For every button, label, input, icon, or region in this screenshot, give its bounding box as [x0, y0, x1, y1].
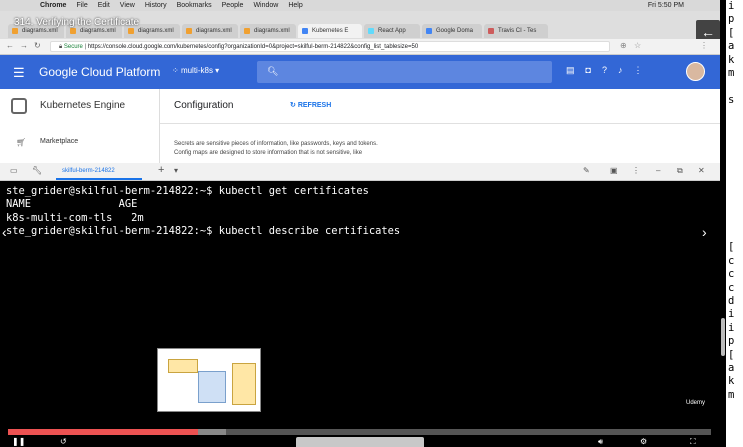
video-progress-played — [8, 429, 198, 435]
macos-dock — [296, 437, 424, 447]
terminal-icon[interactable]: ▭ — [10, 166, 18, 175]
gcp-sidebar: Kubernetes Engine 🛒︎ Marketplace — [0, 89, 160, 163]
page-title: Configuration — [174, 100, 234, 111]
thumbnail-diagram-box — [168, 359, 198, 373]
browser-toolbar: ← → ↻ 🔒︎ Secure | https://console.cloud.… — [0, 39, 720, 55]
close-icon[interactable]: ✕ — [698, 166, 705, 175]
chrome-menu-icon[interactable]: ⋮ — [700, 41, 708, 50]
kubernetes-engine-icon — [11, 98, 27, 114]
thumbnail-diagram-box — [232, 363, 256, 405]
seek-preview-thumbnail — [157, 348, 261, 412]
prev-lecture-chevron-icon[interactable]: ‹ — [2, 224, 16, 244]
terminal-line: NAME AGE — [6, 198, 138, 211]
cloud-shell-toolbar: ▭ 🔧︎ skilful-berm-214822 + ▾ ✎ ▣ ⋮ – ⧉ ✕ — [0, 163, 720, 181]
hamburger-menu-icon[interactable]: ☰ — [13, 65, 25, 81]
more-vert-icon[interactable]: ⋮ — [632, 166, 640, 175]
rewind-icon[interactable]: ↺ — [60, 437, 67, 446]
gcp-main-content: Configuration ↻ REFRESH Secrets are sens… — [160, 89, 720, 163]
gcp-brand[interactable]: Google Cloud Platform — [39, 65, 160, 79]
adjacent-window-text: i p [ a k m s [ c c c d i i p [ a k m — [728, 0, 735, 401]
chevron-down-icon: ▾ — [212, 66, 220, 75]
next-lecture-chevron-icon[interactable]: › — [702, 224, 716, 244]
edit-pencil-icon[interactable]: ✎ — [583, 166, 590, 175]
product-title: Kubernetes Engine — [40, 100, 126, 111]
cloud-shell-icon[interactable]: ◘ — [586, 65, 591, 76]
config-description: Secrets are sensitive pieces of informat… — [174, 141, 378, 156]
terminal-line: ste_grider@skilful-berm-214822:~$ kubect… — [6, 225, 401, 238]
gift-icon[interactable]: ▤ — [566, 65, 575, 76]
web-preview-icon[interactable]: ▣ — [610, 166, 618, 175]
video-title-overlay: 314. Verifying the Certificate — [0, 0, 720, 40]
more-vert-icon[interactable]: ⋮ — [633, 65, 642, 76]
refresh-icon: ↻ — [290, 102, 298, 109]
pause-icon[interactable]: ❚❚ — [12, 437, 25, 446]
project-selector[interactable]: ⁘ multi-k8s ▾ — [172, 66, 219, 75]
terminal-output[interactable]: ste_grider@skilful-berm-214822:~$ kubect… — [0, 181, 720, 427]
forward-icon[interactable]: → — [20, 41, 28, 50]
search-icon: 🔍︎ — [267, 66, 279, 76]
fullscreen-icon[interactable]: ⛶ — [690, 437, 696, 447]
gcp-search-bar[interactable]: 🔍︎ — [257, 61, 552, 83]
terminal-line: k8s-multi-com-tls 2m — [6, 211, 144, 224]
url-text: https://console.cloud.google.com/kuberne… — [87, 44, 419, 50]
help-icon[interactable]: ? — [602, 65, 607, 76]
lock-icon: 🔒︎ — [59, 44, 63, 50]
scrollbar-thumb[interactable] — [721, 318, 725, 356]
divider — [160, 123, 720, 124]
notifications-bell-icon[interactable]: ♪ — [618, 65, 623, 76]
volume-icon[interactable]: 🔊︎ — [598, 437, 603, 447]
window-edge — [720, 0, 726, 447]
thumbnail-diagram-box — [198, 371, 226, 403]
terminal-line: ste_grider@skilful-berm-214822:~$ kubect… — [6, 185, 369, 197]
bookmark-star-icon[interactable]: ☆ — [634, 41, 641, 50]
marketplace-icon: 🛒︎ — [16, 138, 27, 147]
adjacent-window: i p [ a k m s [ c c c d i i p [ a k m — [720, 0, 743, 447]
project-icon: ⁘ — [172, 66, 181, 75]
add-tab-button[interactable]: + — [158, 164, 164, 176]
zoom-icon[interactable]: ⊕ — [620, 41, 627, 50]
lecture-title: 314. Verifying the Certificate — [14, 17, 140, 28]
tab-dropdown-icon[interactable]: ▾ — [174, 166, 178, 175]
avatar[interactable] — [686, 62, 705, 81]
open-new-window-icon[interactable]: ⧉ — [677, 166, 683, 176]
shell-session-tab[interactable]: skilful-berm-214822 — [56, 164, 142, 180]
gcp-header: ☰ Google Cloud Platform ⁘ multi-k8s ▾ 🔍︎… — [0, 55, 720, 89]
minimize-icon[interactable]: – — [656, 166, 660, 175]
address-bar[interactable]: 🔒︎ Secure | https://console.cloud.google… — [50, 41, 610, 52]
sidebar-item-marketplace[interactable]: Marketplace — [40, 138, 78, 145]
wrench-icon[interactable]: 🔧︎ — [32, 166, 42, 175]
refresh-button[interactable]: ↻ REFRESH — [290, 101, 331, 109]
secure-label: Secure — [63, 44, 83, 50]
back-icon[interactable]: ← — [6, 41, 14, 50]
settings-gear-icon[interactable]: ⚙ — [640, 437, 647, 446]
udemy-watermark: Udemy — [686, 400, 706, 406]
reload-icon[interactable]: ↻ — [34, 41, 41, 50]
